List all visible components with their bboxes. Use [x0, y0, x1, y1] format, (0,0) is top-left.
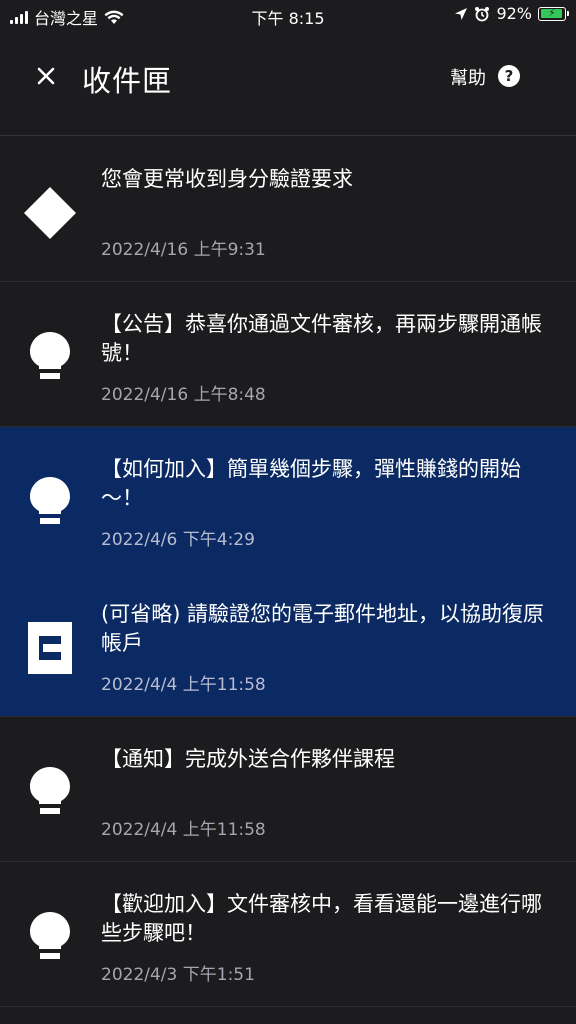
message-title: 【如何加入】簡單幾個步驟，彈性賺錢的開始～！	[101, 457, 521, 510]
message-title: 【公告】恭喜你通過文件審核，再兩步驟開通帳號！	[101, 312, 542, 365]
close-button[interactable]	[30, 60, 62, 92]
inbox-message-item[interactable]: 【通知】完成外送合作夥伴課程 2022/4/4 上午11:58	[0, 717, 576, 862]
message-title: 【通知】完成外送合作夥伴課程	[101, 747, 395, 771]
inbox-message-item[interactable]: 您會更常收到身分驗證要求 2022/4/16 上午9:31	[0, 137, 576, 282]
lightbulb-icon	[24, 761, 76, 825]
inbox-message-item[interactable]: 【公告】恭喜你通過文件審核，再兩步驟開通帳號！ 2022/4/16 上午8:48	[0, 282, 576, 427]
inbox-header: 收件匣 幫助 ?	[0, 30, 576, 136]
document-icon	[24, 616, 76, 680]
message-timestamp: 2022/4/16 上午9:31	[101, 240, 266, 260]
inbox-message-item[interactable]: 【如何加入】簡單幾個步驟，彈性賺錢的開始～！ 2022/4/6 下午4:29	[0, 427, 576, 572]
message-title: (可省略) 請驗證您的電子郵件地址，以協助復原帳戶	[101, 602, 545, 655]
message-title: 您會更常收到身分驗證要求	[101, 167, 353, 191]
lightbulb-icon	[24, 906, 76, 970]
help-button[interactable]: 幫助	[450, 64, 486, 90]
close-icon	[37, 67, 55, 85]
status-right: 92% ⚡	[454, 4, 569, 23]
lightbulb-icon	[24, 471, 76, 535]
status-bar: 台灣之星 下午 8:15 92% ⚡	[0, 0, 576, 30]
message-timestamp: 2022/4/3 下午1:51	[101, 965, 255, 985]
message-timestamp: 2022/4/6 下午4:29	[101, 530, 255, 550]
message-title: 【歡迎加入】文件審核中，看看還能一邊進行哪些步驟吧！	[101, 892, 542, 945]
page-title: 收件匣	[82, 64, 173, 98]
message-timestamp: 2022/4/16 上午8:48	[101, 385, 266, 405]
lightbulb-icon	[24, 326, 76, 390]
alarm-icon	[475, 6, 490, 21]
location-arrow-icon	[455, 7, 468, 20]
inbox-message-item[interactable]: (可省略) 請驗證您的電子郵件地址，以協助復原帳戶 2022/4/4 上午11:5…	[0, 572, 576, 717]
battery-icon: ⚡	[538, 6, 569, 21]
inbox-message-item[interactable]: 【歡迎加入】文件審核中，看看還能一邊進行哪些步驟吧！ 2022/4/3 下午1:5…	[0, 862, 576, 1007]
message-timestamp: 2022/4/4 上午11:58	[101, 675, 266, 695]
help-circle-icon[interactable]: ?	[498, 65, 520, 87]
diamond-icon	[24, 181, 76, 245]
message-list: 您會更常收到身分驗證要求 2022/4/16 上午9:31 【公告】恭喜你通過文件審…	[0, 137, 576, 1007]
battery-percent: 92%	[496, 4, 532, 23]
message-timestamp: 2022/4/4 上午11:58	[101, 820, 266, 840]
charging-bolt-icon: ⚡	[548, 7, 556, 19]
